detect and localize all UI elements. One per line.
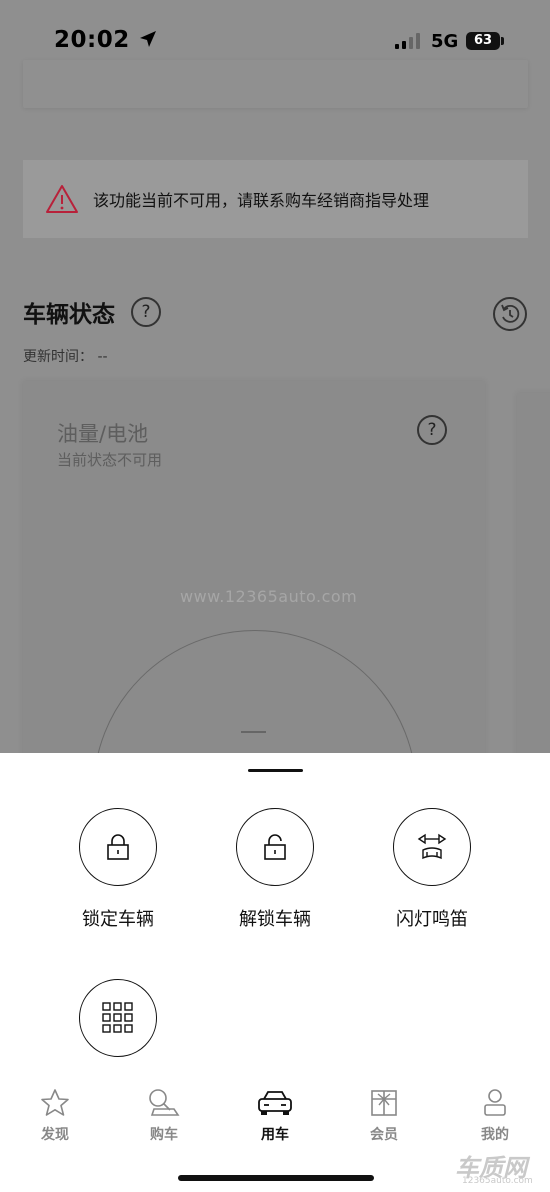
tab-member[interactable]: 会员: [339, 1087, 429, 1144]
card-help-button[interactable]: ?: [417, 415, 447, 445]
alert-text: 该功能当前不可用，请联系购车经销商指导处理: [93, 191, 430, 210]
status-help-button[interactable]: ?: [131, 297, 161, 327]
profile-icon: [484, 1089, 506, 1116]
battery-tip: [501, 37, 504, 45]
card-subtitle: 当前状态不可用: [57, 451, 163, 469]
unlock-vehicle-button[interactable]: [236, 808, 314, 886]
tab-buy-car[interactable]: 购车: [119, 1087, 209, 1144]
unavailable-alert: 该功能当前不可用，请联系购车经销商指导处理: [23, 160, 528, 238]
watermark: www.12365auto.com: [180, 587, 358, 606]
battery-icon: 63: [466, 32, 500, 50]
grid-icon: [102, 1002, 133, 1033]
flash-horn-label: 闪灯鸣笛: [396, 909, 468, 930]
gauge-value: [241, 731, 266, 733]
gift-icon: [371, 1090, 397, 1116]
network-type: 5G: [431, 31, 459, 52]
next-status-card[interactable]: [517, 393, 550, 783]
status-time: 20:02: [54, 27, 158, 53]
refresh-icon: [501, 304, 520, 323]
lock-vehicle-label: 锁定车辆: [82, 909, 154, 930]
tab-use-car-label: 用车: [261, 1127, 289, 1143]
tab-discover-label: 发现: [41, 1127, 69, 1143]
refresh-button[interactable]: [493, 297, 527, 331]
lock-icon: [107, 834, 129, 860]
section-title: 车辆状态: [23, 302, 115, 328]
unlock-icon: [264, 834, 286, 860]
top-card: [23, 60, 528, 108]
buy-car-icon: [149, 1089, 180, 1116]
tab-use-car[interactable]: 用车: [230, 1087, 320, 1144]
update-time: 更新时间： --: [23, 349, 108, 365]
flash-horn-icon: [417, 833, 447, 860]
flash-horn-button[interactable]: [393, 808, 471, 886]
tab-mine-label: 我的: [481, 1127, 509, 1143]
more-actions-button[interactable]: [79, 979, 157, 1057]
card-title: 油量/电池: [57, 422, 149, 446]
star-icon: [41, 1089, 69, 1116]
sheet-handle[interactable]: [248, 769, 303, 772]
unlock-vehicle-label: 解锁车辆: [239, 909, 311, 930]
tab-buy-car-label: 购车: [150, 1127, 178, 1143]
corner-logo-url: 12365auto.com: [462, 1176, 533, 1186]
location-arrow-icon: [140, 31, 157, 47]
lock-vehicle-button[interactable]: [79, 808, 157, 886]
tab-discover[interactable]: 发现: [10, 1087, 100, 1144]
car-icon: [258, 1091, 292, 1115]
warning-icon: [46, 185, 78, 213]
tab-member-label: 会员: [370, 1127, 398, 1143]
signal-icon: [395, 33, 420, 49]
tab-mine[interactable]: 我的: [450, 1087, 540, 1144]
home-indicator[interactable]: [178, 1175, 374, 1181]
